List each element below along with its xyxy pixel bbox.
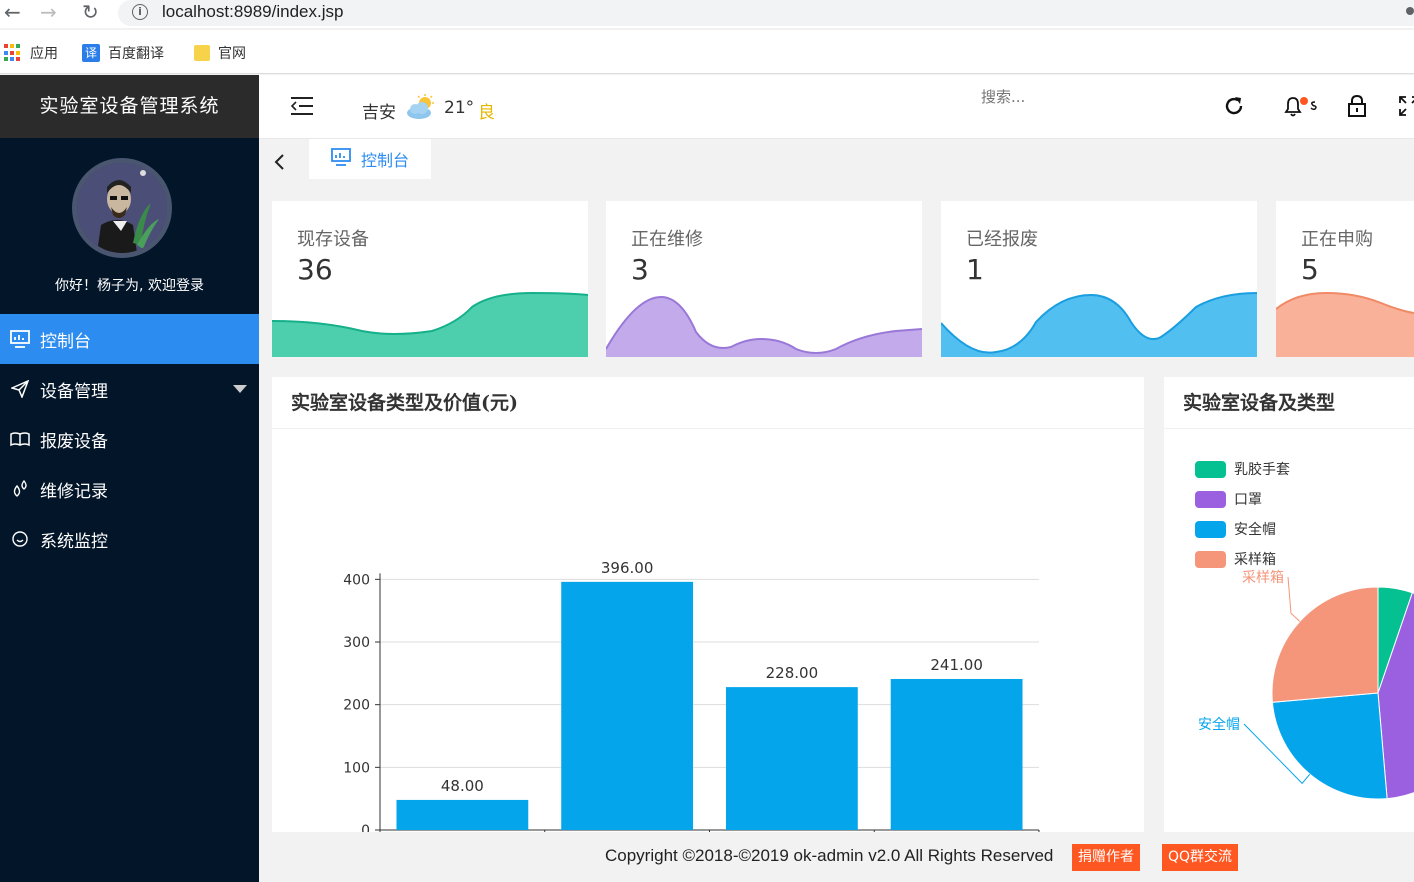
bookmark-label: 应用 (30, 46, 58, 62)
stat-value: 1 (966, 253, 984, 286)
stat-value: 36 (297, 253, 333, 286)
back-arrow-icon[interactable]: ← (4, 2, 21, 22)
sidebar: 实验室设备管理系统 你好！杨子为, 欢迎登录 控制台 设备管理 报废设备 维修记… (0, 75, 259, 882)
pie-chart: 采样箱安全帽 (1198, 570, 1414, 800)
bar-value-label: 241.00 (930, 656, 983, 674)
pie-slice-label: 采样箱 (1242, 570, 1284, 586)
menu-toggle-icon[interactable] (291, 97, 313, 115)
browser-toolbar: ← → ↻ i localhost:8989/index.jsp (0, 0, 1414, 28)
dashboard-icon (331, 148, 351, 170)
stat-title: 已经报废 (966, 229, 1038, 250)
stat-title: 现存设备 (297, 229, 369, 250)
pie-slice[interactable] (1271, 586, 1379, 703)
send-icon (10, 379, 30, 399)
stat-card-purchasing: 正在申购 5 (1276, 201, 1414, 357)
y-tick-label: 400 (343, 572, 370, 588)
bar-value-label: 228.00 (766, 664, 819, 682)
sparkline (272, 291, 588, 357)
book-icon (10, 429, 30, 449)
sidebar-menu: 控制台 设备管理 报废设备 维修记录 系统监控 (0, 314, 259, 564)
stat-card-repairing: 正在维修 3 (606, 201, 922, 357)
address-bar[interactable]: i localhost:8989/index.jsp (118, 0, 1414, 26)
avatar-portrait-icon (77, 163, 167, 253)
air-quality: 良 (478, 103, 495, 123)
bell-icon[interactable] (1282, 94, 1322, 118)
tab-label: 控制台 (360, 151, 409, 170)
stat-value: 5 (1301, 253, 1319, 286)
sidebar-item-repair-records[interactable]: 维修记录 (0, 464, 259, 514)
sidebar-item-label: 设备管理 (40, 381, 108, 402)
bar[interactable] (561, 581, 694, 830)
bookmark-label: 百度翻译 (108, 46, 164, 62)
reload-icon[interactable]: ↻ (82, 2, 99, 22)
stat-card-scrapped: 已经报废 1 (941, 201, 1257, 357)
bookmark-official-site[interactable]: 官网 (194, 43, 246, 63)
sparkline (941, 292, 1257, 357)
folder-icon (194, 45, 210, 61)
copyright-text: Copyright ©2018-©2019 ok-admin v2.0 All … (605, 846, 1054, 865)
bar-chart-panel: 实验室设备类型及价值(元) 010020030040048.00乳胶手套396.… (272, 377, 1144, 856)
sparkline (1276, 291, 1414, 357)
sidebar-item-device-management[interactable]: 设备管理 (0, 364, 259, 414)
refresh-icon[interactable] (1222, 94, 1246, 118)
bar-value-label: 48.00 (441, 777, 484, 795)
top-header: 吉安 21° 良 (259, 75, 1414, 138)
avatar[interactable] (72, 158, 172, 258)
bar-chart: 010020030040048.00乳胶手套396.00口罩228.00安全帽2… (343, 559, 1040, 856)
sidebar-item-dashboard[interactable]: 控制台 (0, 314, 259, 364)
donate-button[interactable]: 捐赠作者 (1072, 844, 1140, 871)
apps-grid-icon (4, 44, 22, 62)
weather-city: 吉安 (362, 103, 396, 123)
search-input[interactable] (981, 85, 1141, 109)
smile-icon (10, 529, 30, 549)
app-brand: 实验室设备管理系统 (0, 75, 259, 138)
panel-title: 实验室设备类型及价值(元) (272, 377, 1144, 429)
welcome-message: 你好！杨子为, 欢迎登录 (55, 278, 204, 294)
pie-label-line (1287, 576, 1301, 622)
drops-icon (10, 479, 30, 499)
sidebar-item-label: 系统监控 (40, 531, 108, 552)
bookmarks-bar: 应用 译 百度翻译 官网 (0, 30, 1414, 74)
address-url[interactable]: localhost:8989/index.jsp (162, 2, 343, 22)
y-tick-label: 100 (343, 760, 370, 776)
y-tick-label: 0 (361, 823, 370, 832)
sidebar-item-scrapped-devices[interactable]: 报废设备 (0, 414, 259, 464)
info-icon[interactable]: i (132, 4, 148, 20)
sidebar-item-system-monitor[interactable]: 系统监控 (0, 514, 259, 564)
bar[interactable] (725, 687, 858, 830)
sparkline (606, 295, 922, 357)
profile-dot-icon[interactable] (1406, 7, 1414, 15)
sidebar-item-label: 报废设备 (40, 431, 108, 452)
caret-down-icon[interactable] (233, 385, 247, 393)
tab-bar: 控制台 (259, 138, 1414, 184)
bar[interactable] (396, 799, 529, 830)
pie-slice[interactable] (1271, 692, 1388, 800)
partly-cloudy-icon (405, 94, 437, 120)
y-tick-label: 300 (343, 635, 370, 651)
qq-group-button[interactable]: QQ群交流 (1162, 844, 1239, 871)
stat-card-existing: 现存设备 36 (272, 201, 588, 357)
lock-icon[interactable] (1345, 94, 1369, 118)
sidebar-item-label: 维修记录 (40, 481, 108, 502)
stat-value: 3 (631, 253, 649, 286)
forward-arrow-icon[interactable]: → (40, 2, 57, 22)
stat-title: 正在维修 (631, 229, 703, 250)
tab-dashboard[interactable]: 控制台 (309, 139, 431, 179)
fullscreen-icon[interactable] (1397, 94, 1414, 118)
pie-slice-label: 安全帽 (1198, 716, 1240, 733)
translate-icon: 译 (82, 44, 100, 62)
sidebar-item-label: 控制台 (40, 331, 91, 352)
bar[interactable] (890, 678, 1023, 830)
bookmark-baidu-translate[interactable]: 译 百度翻译 (82, 43, 164, 63)
bar-value-label: 396.00 (601, 559, 654, 577)
chevron-left-icon[interactable] (271, 153, 289, 171)
bookmark-label: 官网 (218, 46, 246, 62)
stat-title: 正在申购 (1301, 229, 1373, 250)
bookmark-apps[interactable]: 应用 (4, 43, 58, 63)
y-tick-label: 200 (343, 698, 370, 714)
weather-temperature: 21° (444, 98, 475, 118)
footer: Copyright ©2018-©2019 ok-admin v2.0 All … (259, 832, 1414, 882)
dashboard-icon (10, 329, 30, 349)
pie-chart-panel: 实验室设备及类型 乳胶手套 口罩 安全帽 采样箱 采样箱 安全帽 (1164, 377, 1414, 832)
